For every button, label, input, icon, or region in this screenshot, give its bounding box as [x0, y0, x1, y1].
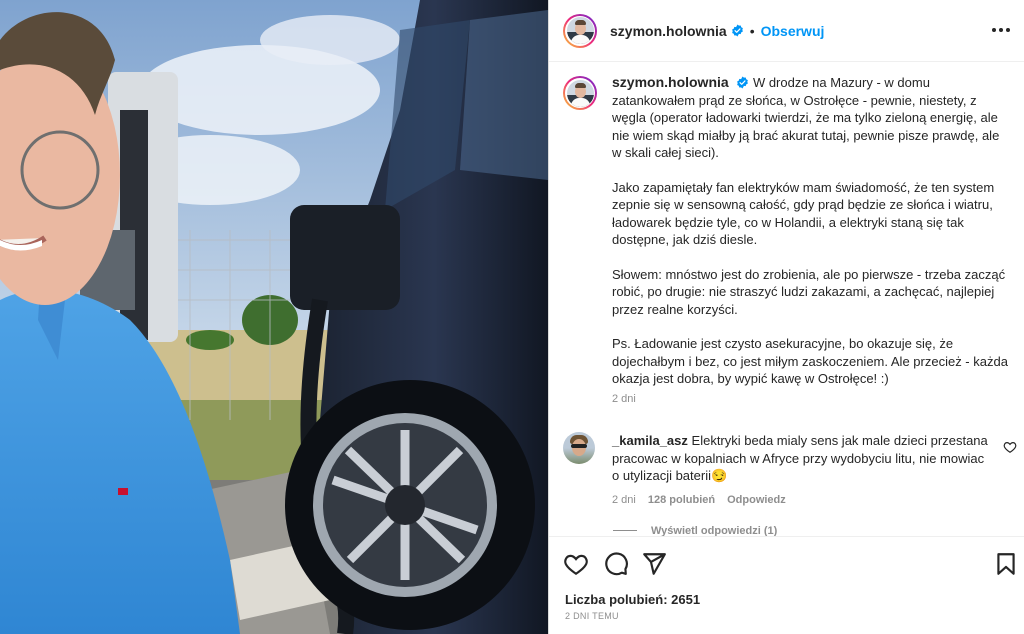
commenter-username[interactable]: _kamila_asz	[612, 433, 688, 448]
comment-item: _kamila_asz Elektryki beda mialy sens ja…	[563, 432, 1023, 509]
follow-button[interactable]: Obserwuj	[761, 23, 825, 39]
post-caption: szymon.holownia W drodze na Mazury - w d…	[563, 74, 1009, 408]
verified-badge-icon	[737, 76, 749, 89]
verified-badge-icon	[731, 24, 743, 37]
share-icon[interactable]	[641, 551, 667, 577]
view-replies-button[interactable]: Wyświetl odpowiedzi (1)	[613, 525, 777, 536]
commenter-avatar[interactable]	[563, 432, 595, 464]
caption-timestamp[interactable]: 2 dni	[612, 391, 1009, 409]
author-avatar[interactable]	[563, 13, 597, 48]
more-options-icon[interactable]	[989, 20, 1013, 40]
caption-author-avatar[interactable]	[563, 76, 597, 110]
header-separator: •	[749, 22, 755, 39]
reply-button[interactable]: Odpowiedz	[727, 492, 786, 510]
caption-paragraph: Ps. Ładowanie jest czysto asekuracyjne, …	[612, 336, 1008, 386]
bookmark-icon[interactable]	[993, 551, 1019, 577]
heart-icon[interactable]	[563, 551, 589, 577]
caption-paragraph: Jako zapamiętały fan elektryków mam świa…	[612, 179, 995, 248]
author-username[interactable]: szymon.holownia	[610, 23, 727, 39]
comment-meta: 2 dni 128 polubień Odpowiedz	[612, 492, 988, 510]
comment-emoji: 😏	[711, 468, 728, 483]
post-actions-bar: Liczba polubień: 2651 2 DNI TEMU	[549, 536, 1024, 634]
caption-paragraph: Słowem: mnóstwo jest do zrobienia, ale p…	[612, 266, 1006, 317]
caption-username[interactable]: szymon.holownia	[612, 74, 729, 90]
post-details-panel: szymon.holownia • Obserwuj szymon.holown…	[548, 0, 1024, 634]
comment-icon[interactable]	[603, 551, 629, 577]
post-photo	[0, 0, 548, 634]
comments-scroll-area[interactable]: szymon.holownia W drodze na Mazury - w d…	[549, 62, 1024, 536]
post-time-ago[interactable]: 2 DNI TEMU	[565, 611, 619, 621]
post-header: szymon.holownia • Obserwuj	[549, 0, 1024, 62]
comment-like-heart-icon[interactable]	[1003, 440, 1017, 454]
photo-illustration	[0, 0, 548, 634]
comment-likes[interactable]: 128 polubień	[648, 492, 715, 510]
likes-count[interactable]: Liczba polubień: 2651	[565, 592, 700, 607]
comment-time[interactable]: 2 dni	[612, 492, 636, 510]
